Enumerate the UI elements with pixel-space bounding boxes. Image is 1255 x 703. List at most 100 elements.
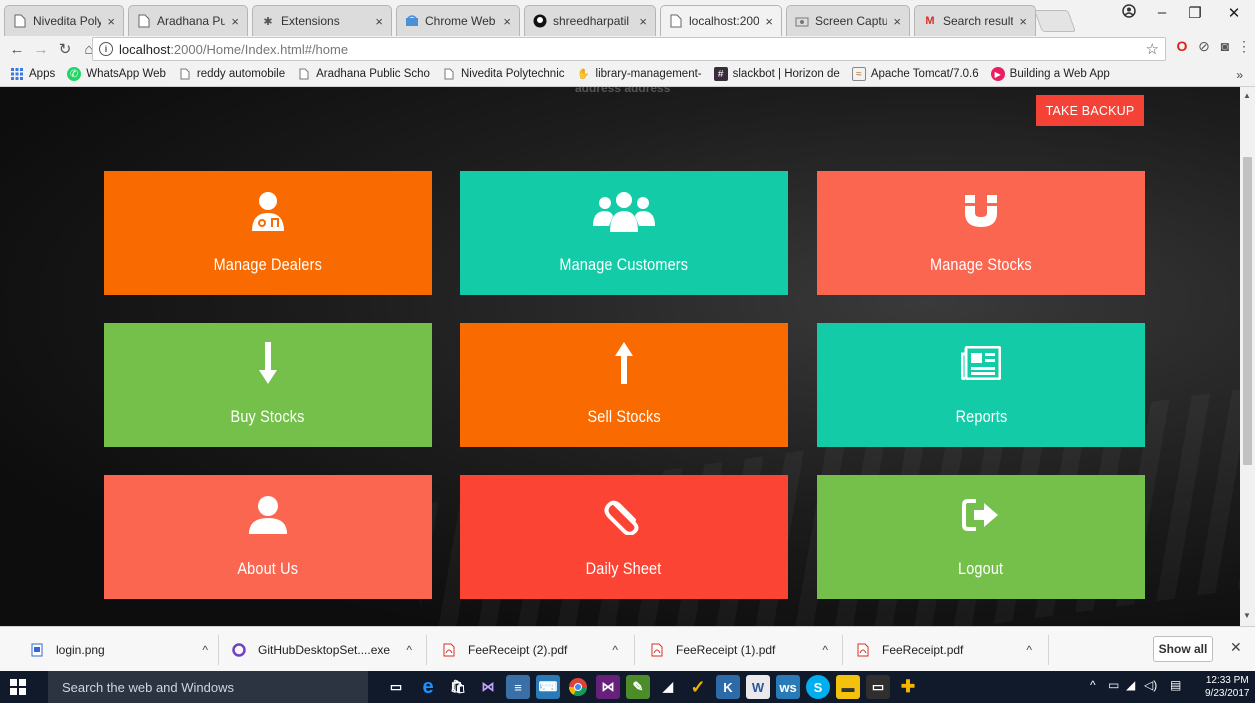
tab-extensions[interactable]: ✱ Extensions ×	[252, 5, 392, 36]
system-clock[interactable]: 12:33 PM 9/23/2017	[1205, 674, 1250, 700]
back-icon[interactable]: ←	[6, 38, 28, 60]
bookmark-nivedita[interactable]: Nivedita Polytechnic	[442, 67, 565, 81]
bookmarks-overflow-icon[interactable]: »	[1236, 68, 1243, 82]
dealer-user-icon	[250, 191, 286, 231]
buy-stocks-tile[interactable]: Buy Stocks	[104, 323, 432, 447]
k-app-icon[interactable]: K	[716, 675, 740, 699]
manage-dealers-tile[interactable]: Manage Dealers	[104, 171, 432, 295]
tab-localhost[interactable]: localhost:2000 ×	[660, 5, 782, 36]
close-icon[interactable]: ×	[107, 14, 115, 29]
tab-gmail-search[interactable]: M Search results ×	[914, 5, 1036, 36]
restore-icon[interactable]: ❐	[1180, 4, 1210, 22]
slack-icon: #	[713, 67, 728, 81]
opera-extension-icon[interactable]: O	[1172, 38, 1192, 54]
bookmark-reddy-automobile[interactable]: reddy automobile	[178, 67, 285, 81]
github-desktop-icon	[232, 642, 246, 658]
download-item[interactable]: FeeReceipt (2).pdf ^	[442, 637, 618, 663]
show-all-downloads-button[interactable]: Show all	[1153, 636, 1213, 662]
profile-icon[interactable]	[1114, 4, 1144, 22]
visual-studio-icon[interactable]: ⋈	[476, 675, 500, 699]
tab-nivedita[interactable]: Nivedita Polyte ×	[4, 5, 124, 36]
bookmark-whatsapp[interactable]: ✆ WhatsApp Web	[67, 67, 166, 81]
download-item[interactable]: login.png ^	[30, 637, 208, 663]
close-icon[interactable]: ×	[503, 14, 511, 29]
bookmark-building-web-app[interactable]: ▶ Building a Web App	[990, 67, 1110, 81]
download-item[interactable]: FeeReceipt (1).pdf ^	[650, 637, 828, 663]
file-explorer-icon[interactable]: ▬	[836, 675, 860, 699]
reports-tile[interactable]: Reports	[817, 323, 1145, 447]
tab-chrome-web-store[interactable]: Chrome Web S ×	[396, 5, 520, 36]
menu-icon[interactable]: ⋮	[1234, 38, 1254, 55]
logout-tile[interactable]: Logout	[817, 475, 1145, 599]
sell-stocks-tile[interactable]: Sell Stocks	[460, 323, 788, 447]
bookmark-library-management[interactable]: ✋ library-management-	[577, 67, 701, 81]
visual-studio-purple-icon[interactable]: ⋈	[596, 675, 620, 699]
ws-app-icon[interactable]: ws	[776, 675, 800, 699]
address-bar[interactable]: i localhost:2000/Home/Index.html#/home ☆	[92, 37, 1166, 61]
daily-sheet-tile[interactable]: Daily Sheet	[460, 475, 788, 599]
arrow-up-icon	[613, 342, 635, 384]
reload-icon[interactable]: ↻	[54, 38, 76, 60]
download-item[interactable]: FeeReceipt.pdf ^	[856, 637, 1032, 663]
close-icon[interactable]: ×	[1019, 14, 1027, 29]
take-backup-button[interactable]: TAKE BACKUP	[1036, 95, 1144, 126]
chevron-up-icon[interactable]: ^	[202, 643, 208, 657]
close-icon[interactable]: ×	[893, 14, 901, 29]
battery-icon[interactable]: ▭	[1108, 678, 1119, 692]
bookmark-star-icon[interactable]: ☆	[1146, 40, 1159, 58]
windows-start-icon[interactable]	[10, 679, 26, 695]
chevron-up-icon[interactable]: ^	[822, 643, 828, 657]
manage-customers-tile[interactable]: Manage Customers	[460, 171, 788, 295]
network-app-icon[interactable]: ≡	[506, 675, 530, 699]
close-icon[interactable]: ×	[231, 14, 239, 29]
window-close-icon[interactable]: ✕	[1219, 4, 1249, 22]
taskbar-search-input[interactable]: Search the web and Windows	[48, 671, 368, 703]
notepad-icon[interactable]: ✎	[626, 675, 650, 699]
forward-icon[interactable]: →	[30, 38, 52, 60]
keyboard-app-icon[interactable]: ⌨	[536, 675, 560, 699]
chevron-up-icon[interactable]: ^	[612, 643, 618, 657]
scroll-up-icon[interactable]: ▲	[1243, 91, 1251, 100]
bookmark-slackbot[interactable]: # slackbot | Horizon de	[713, 67, 840, 81]
info-icon[interactable]: i	[99, 42, 113, 56]
scroll-down-icon[interactable]: ▼	[1243, 611, 1251, 620]
word-icon[interactable]: W	[746, 675, 770, 699]
command-prompt-icon[interactable]: ▭	[866, 675, 890, 699]
close-icon[interactable]: ×	[639, 14, 647, 29]
about-us-tile[interactable]: About Us	[104, 475, 432, 599]
store-icon[interactable]: 🛍	[446, 675, 470, 699]
sign-out-icon	[962, 495, 1000, 535]
wifi-icon[interactable]: ◢	[1126, 678, 1135, 692]
task-view-icon[interactable]: ▭	[384, 675, 408, 699]
checkmark-app-icon[interactable]: ✓	[686, 675, 710, 699]
block-extension-icon[interactable]: ⊘	[1194, 38, 1214, 55]
volume-icon[interactable]: ◁)	[1144, 678, 1157, 692]
bookmark-apps[interactable]: Apps	[10, 67, 55, 81]
scrollbar-thumb[interactable]	[1243, 157, 1252, 465]
action-center-icon[interactable]: ▤	[1170, 678, 1181, 692]
close-icon[interactable]: ✕	[1230, 639, 1242, 656]
chevron-up-icon[interactable]: ^	[1026, 643, 1032, 657]
manage-stocks-tile[interactable]: Manage Stocks	[817, 171, 1145, 295]
chrome-icon[interactable]	[566, 675, 590, 699]
close-icon[interactable]: ×	[765, 14, 773, 29]
tab-github[interactable]: shreedharpatil ×	[524, 5, 656, 36]
eraser-app-icon[interactable]: ◢	[656, 675, 680, 699]
bookmark-aradhana[interactable]: Aradhana Public Scho	[297, 67, 430, 81]
camera-extension-icon[interactable]: ◙	[1215, 38, 1235, 54]
page-scrollbar[interactable]: ▲ ▼	[1240, 87, 1255, 626]
edge-icon[interactable]: e	[416, 675, 440, 699]
tab-screen-capture[interactable]: Screen Captur ×	[786, 5, 910, 36]
security-shield-icon[interactable]: ✚	[896, 675, 920, 699]
minimize-icon[interactable]: –	[1147, 4, 1177, 21]
skype-icon[interactable]: S	[806, 675, 830, 699]
close-icon[interactable]: ×	[375, 14, 383, 29]
tile-label: Manage Dealers	[213, 255, 323, 274]
tab-aradhana[interactable]: Aradhana Publ ×	[128, 5, 248, 36]
header-address-text: address address	[575, 87, 671, 95]
chevron-up-icon[interactable]: ^	[406, 643, 412, 657]
download-item[interactable]: GitHubDesktopSet....exe ^	[232, 637, 412, 663]
bookmark-tomcat[interactable]: ≈ Apache Tomcat/7.0.6	[851, 67, 979, 81]
tray-expand-icon[interactable]: ^	[1090, 678, 1096, 692]
new-tab-button[interactable]	[1033, 10, 1077, 32]
